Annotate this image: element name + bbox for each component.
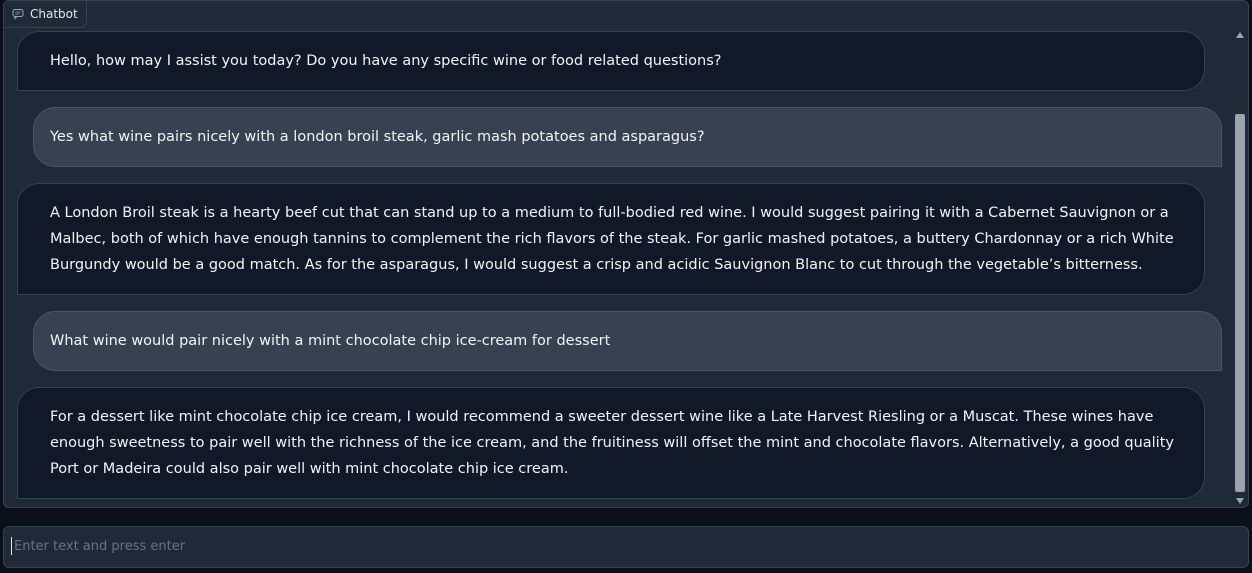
bot-message: A London Broil steak is a hearty beef cu… <box>17 183 1205 295</box>
bot-message: For a dessert like mint chocolate chip i… <box>17 387 1205 499</box>
chat-icon <box>12 8 24 20</box>
scroll-down-icon[interactable] <box>1236 498 1244 504</box>
scroll-thumb[interactable] <box>1235 114 1245 492</box>
message-list[interactable]: Hello, how may I assist you today? Do yo… <box>4 1 1236 507</box>
message-input[interactable] <box>14 537 1234 559</box>
user-message: What wine would pair nicely with a mint … <box>33 311 1222 371</box>
bot-message: Hello, how may I assist you today? Do yo… <box>17 31 1205 91</box>
chatbot-panel: Chatbot Hello, how may I assist you toda… <box>3 0 1249 508</box>
text-caret <box>11 537 12 555</box>
message-scrollbar[interactable] <box>1234 28 1247 507</box>
user-message: Yes what wine pairs nicely with a london… <box>33 107 1222 167</box>
chatbot-label: Chatbot <box>4 1 87 28</box>
scroll-up-icon[interactable] <box>1236 32 1244 38</box>
chatbot-label-text: Chatbot <box>30 7 78 21</box>
message-input-container <box>3 526 1249 568</box>
